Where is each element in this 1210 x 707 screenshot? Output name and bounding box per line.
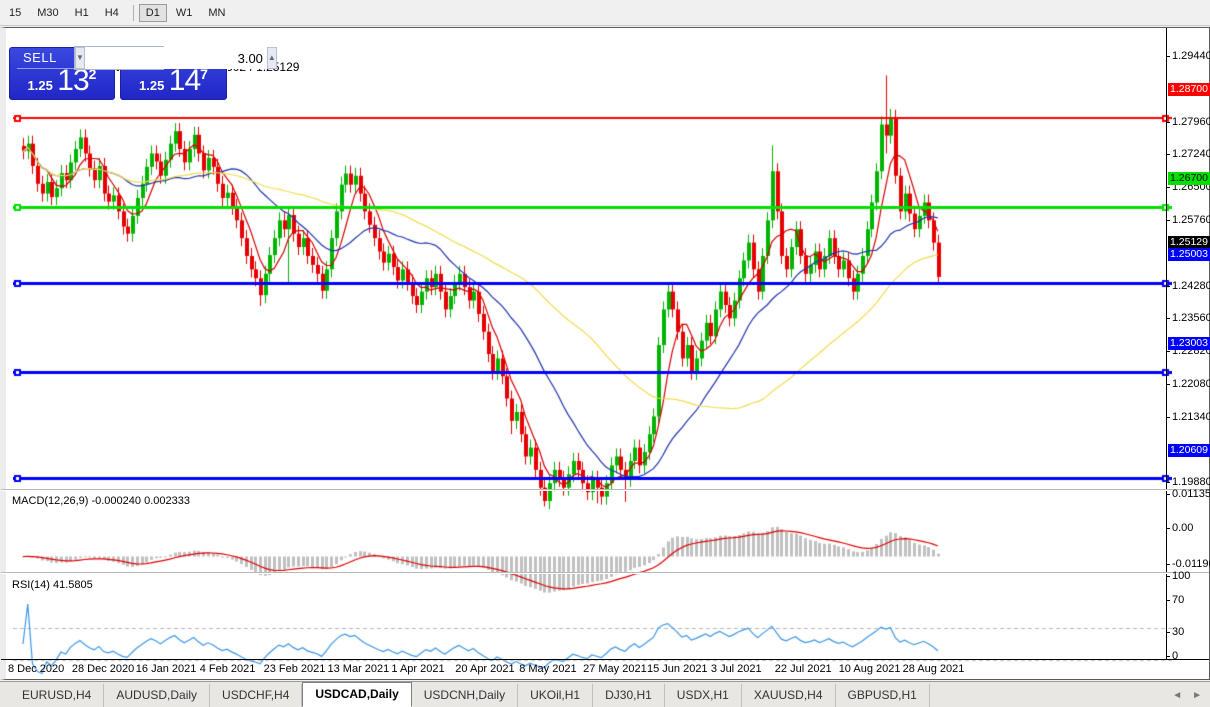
rsi-indicator-canvas[interactable] xyxy=(13,604,1172,684)
tab-usdcad-daily[interactable]: USDCAD,Daily xyxy=(302,682,412,707)
tab-gbpusd-h1[interactable]: GBPUSD,H1 xyxy=(836,684,930,707)
chart-window: ▲USDCAD,Daily 1.25234 1.25264 1.25024 1.… xyxy=(0,27,1210,684)
scroll-tabs-left-icon[interactable]: ◄ xyxy=(1172,690,1182,701)
pane-separator[interactable] xyxy=(1,489,1209,491)
volume-increase-icon[interactable]: ▲ xyxy=(266,47,277,69)
scroll-tabs-right-icon[interactable]: ► xyxy=(1192,690,1202,701)
date-axis-border xyxy=(1,659,1209,660)
timeframe-button-m30[interactable]: M30 xyxy=(30,4,65,22)
tab-scrollers: ◄ ► xyxy=(1172,690,1210,707)
timeframe-toolbar: 15 M30 H1 H4 D1 W1 MN xyxy=(0,0,1210,26)
volume-stepper: ▼ ▲ xyxy=(74,46,277,70)
tab-usdx-h1[interactable]: USDX,H1 xyxy=(665,684,742,707)
tab-usdcnh-daily[interactable]: USDCNH,Daily xyxy=(412,684,519,707)
timeframe-button-h4[interactable]: H4 xyxy=(98,4,126,22)
pane-separator[interactable] xyxy=(1,572,1209,574)
price-axis-border xyxy=(1166,28,1167,659)
tab-ukoil-h1[interactable]: UKOil,H1 xyxy=(518,684,594,707)
tab-eurusd-h4[interactable]: EURUSD,H4 xyxy=(10,684,105,707)
one-click-trading-panel: SELL 1.25 132 BUY 1.25 147 ▼ ▲ xyxy=(8,46,277,101)
tab-audusd-daily[interactable]: AUDUSD,Daily xyxy=(104,684,211,707)
tab-xauusd-h4[interactable]: XAUUSD,H4 xyxy=(742,684,836,707)
timeframe-button-15[interactable]: 15 xyxy=(2,4,28,22)
volume-input[interactable] xyxy=(84,47,267,69)
timeframe-button-mn[interactable]: MN xyxy=(201,4,232,22)
macd-indicator-canvas[interactable] xyxy=(13,520,1172,596)
volume-decrease-icon[interactable]: ▼ xyxy=(75,47,85,69)
timeframe-button-d1[interactable]: D1 xyxy=(138,3,167,22)
tab-usdchf-h4[interactable]: USDCHF,H4 xyxy=(210,684,303,707)
toolbar-separator xyxy=(132,4,134,21)
macd-label: MACD(12,26,9) -0.000240 0.002333 xyxy=(12,495,190,507)
timeframe-button-w1[interactable]: W1 xyxy=(169,4,200,22)
price-chart-canvas[interactable] xyxy=(13,59,1172,518)
chart-tab-bar: EURUSD,H4 AUDUSD,Daily USDCHF,H4 USDCAD,Dai… xyxy=(0,681,1210,707)
rsi-label: RSI(14) 41.5805 xyxy=(12,579,93,591)
tab-dj30-h1[interactable]: DJ30,H1 xyxy=(593,684,665,707)
timeframe-button-h1[interactable]: H1 xyxy=(68,4,96,22)
